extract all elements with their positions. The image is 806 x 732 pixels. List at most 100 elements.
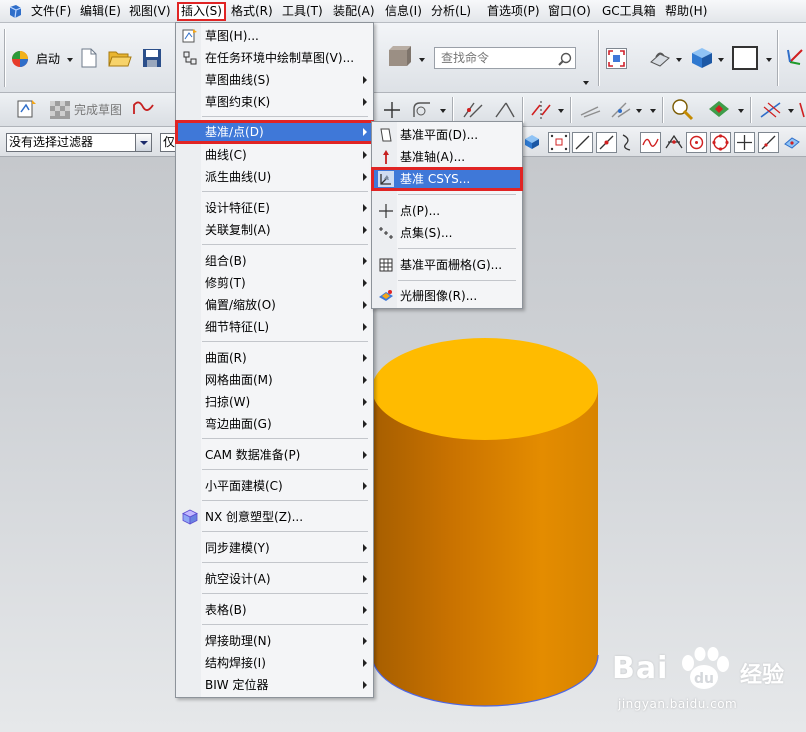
menu-file[interactable]: 文件(F) [29, 3, 73, 20]
menu-item-derived-curve[interactable]: 派生曲线(U) [176, 166, 373, 188]
menu-item-datum-csys[interactable]: 基准 CSYS... [371, 167, 523, 191]
menu-item-detail-feature[interactable]: 细节特征(L) [176, 316, 373, 338]
auto-constrain-icon[interactable] [608, 99, 632, 121]
cylinder-top-face[interactable] [372, 338, 598, 440]
snap-endpoint-button[interactable] [548, 132, 570, 153]
mirror-curve-icon[interactable] [528, 99, 554, 121]
menu-item-flange-surface[interactable]: 弯边曲面(G) [176, 413, 373, 435]
menu-window[interactable]: 窗口(O) [546, 3, 593, 20]
quick-trim-icon[interactable] [460, 99, 486, 121]
menu-item-offset-scale[interactable]: 偏置/缩放(O) [176, 294, 373, 316]
background-button[interactable] [732, 46, 758, 70]
part-navigator-dropdown-icon[interactable] [419, 58, 425, 62]
menu-item-aerospace-design[interactable]: 航空设计(A) [176, 568, 373, 590]
menu-item-datum-plane-grid[interactable]: 基准平面栅格(G)... [372, 254, 522, 276]
snap-on-face-icon[interactable] [782, 132, 802, 152]
menu-item-raster-image[interactable]: 光栅图像(R)... [372, 285, 522, 307]
menu-item-weld-assistant[interactable]: 焊接助理(N) [176, 630, 373, 652]
snap-existing-point-button[interactable] [734, 132, 755, 153]
mirror-dropdown-icon[interactable] [558, 109, 564, 113]
menu-item-point[interactable]: 点(P)... [372, 200, 522, 222]
constraint-dropdown-icon[interactable] [636, 109, 642, 113]
render-style-dropdown-icon[interactable] [676, 58, 682, 62]
menu-item-nx-realize-shape[interactable]: NX 创意塑型(Z)... [176, 506, 373, 528]
menu-item-point-set[interactable]: 点集(S)... [372, 222, 522, 244]
snap-wave-button[interactable] [640, 132, 661, 153]
menu-item-sketch-constraint[interactable]: 草图约束(K) [176, 91, 373, 113]
new-file-icon[interactable] [80, 48, 98, 68]
menu-edit[interactable]: 编辑(E) [78, 3, 123, 20]
menu-item-synchronous-modeling[interactable]: 同步建模(Y) [176, 537, 373, 559]
snap-quadrant-button[interactable] [710, 132, 731, 153]
menu-item-associative-copy[interactable]: 关联复制(A) [176, 219, 373, 241]
menu-item-trim[interactable]: 修剪(T) [176, 272, 373, 294]
select-body-icon[interactable] [523, 133, 541, 151]
menu-assembly[interactable]: 装配(A) [331, 3, 377, 20]
selection-filter-dropdown[interactable]: 没有选择过滤器 [6, 133, 152, 152]
menu-item-datum-plane[interactable]: 基准平面(D)... [372, 124, 522, 146]
menu-item-sketch-in-task[interactable]: 在任务环境中绘制草图(V)... [176, 47, 373, 69]
menu-item-sketch-curve[interactable]: 草图曲线(S) [176, 69, 373, 91]
menu-item-datum-point[interactable]: 基准/点(D) [175, 120, 374, 144]
snap-line-button[interactable] [572, 132, 593, 153]
fillet-dropdown-icon[interactable] [440, 109, 446, 113]
menu-insert[interactable]: 插入(S) [177, 2, 226, 21]
dimension-dropdown-icon[interactable] [788, 109, 794, 113]
point-tool-icon[interactable] [382, 100, 402, 120]
menu-item-table[interactable]: 表格(B) [176, 599, 373, 621]
menu-format[interactable]: 格式(R) [229, 3, 275, 20]
open-folder-icon[interactable] [108, 48, 132, 68]
start-dropdown-icon[interactable] [67, 58, 73, 62]
menu-tools[interactable]: 工具(T) [280, 3, 325, 20]
menu-item-sketch[interactable]: 草图(H)... [176, 25, 373, 47]
profile-icon[interactable] [131, 99, 157, 119]
menu-item-surface[interactable]: 曲面(R) [176, 347, 373, 369]
menu-item-cam-data-prep[interactable]: CAM 数据准备(P) [176, 444, 373, 466]
menu-item-sweep[interactable]: 扫掠(W) [176, 391, 373, 413]
menu-item-curve[interactable]: 曲线(C) [176, 144, 373, 166]
snap-midpoint-button[interactable] [596, 132, 617, 153]
menu-preferences[interactable]: 首选项(P) [485, 3, 542, 20]
search-dropdown-icon[interactable] [583, 81, 589, 85]
sketch-style-icon[interactable] [670, 97, 696, 121]
menu-item-datum-axis[interactable]: 基准轴(A)... [372, 146, 522, 168]
save-icon[interactable] [142, 48, 162, 68]
snap-intersection-icon[interactable] [664, 132, 684, 152]
menu-view[interactable]: 视图(V) [127, 3, 173, 20]
reorient-dropdown-icon[interactable] [738, 109, 744, 113]
part-navigator-icon[interactable] [385, 44, 413, 70]
sketch-tool-icon[interactable] [16, 98, 40, 120]
menu-help[interactable]: 帮助(H) [663, 3, 709, 20]
menu-information[interactable]: 信息(I) [383, 3, 424, 20]
constraint-icon[interactable] [578, 99, 602, 121]
command-search-input[interactable] [434, 47, 576, 69]
constraint-more-dropdown-icon[interactable] [650, 109, 656, 113]
menu-item-design-feature[interactable]: 设计特征(E) [176, 197, 373, 219]
fillet-tool-icon[interactable] [410, 99, 436, 121]
finish-sketch-button[interactable]: 完成草图 [50, 101, 122, 119]
menu-item-combine[interactable]: 组合(B) [176, 250, 373, 272]
quick-extend-icon[interactable] [492, 99, 518, 121]
wcs-icon[interactable] [784, 46, 806, 68]
more-tools-icon[interactable] [798, 99, 806, 121]
render-style-icon[interactable] [648, 48, 672, 70]
view-orient-dropdown-icon[interactable] [718, 58, 724, 62]
snap-center-button[interactable] [686, 132, 707, 153]
menu-item-facet-modeling[interactable]: 小平面建模(C) [176, 475, 373, 497]
selection-scope-dropdown[interactable]: 仅 [160, 133, 176, 152]
nx-app-icon[interactable] [8, 4, 23, 19]
view-orient-cube-icon[interactable] [690, 46, 714, 70]
reorient-view-icon[interactable] [706, 97, 732, 121]
menu-item-biw-locator[interactable]: BIW 定位器 [176, 674, 373, 696]
snap-curve-icon[interactable] [620, 132, 634, 152]
background-dropdown-icon[interactable] [766, 58, 772, 62]
menu-gc-toolbox[interactable]: GC工具箱 [600, 3, 658, 20]
start-button[interactable]: 启动 [10, 47, 60, 71]
fit-view-button[interactable] [606, 48, 627, 69]
menu-analysis[interactable]: 分析(L) [429, 3, 473, 20]
menu-item-structure-welding[interactable]: 结构焊接(I) [176, 652, 373, 674]
snap-on-curve-button[interactable] [758, 132, 779, 153]
dimension-icon[interactable] [758, 99, 784, 121]
menu-item-mesh-surface[interactable]: 网格曲面(M) [176, 369, 373, 391]
search-icon[interactable] [558, 52, 572, 66]
